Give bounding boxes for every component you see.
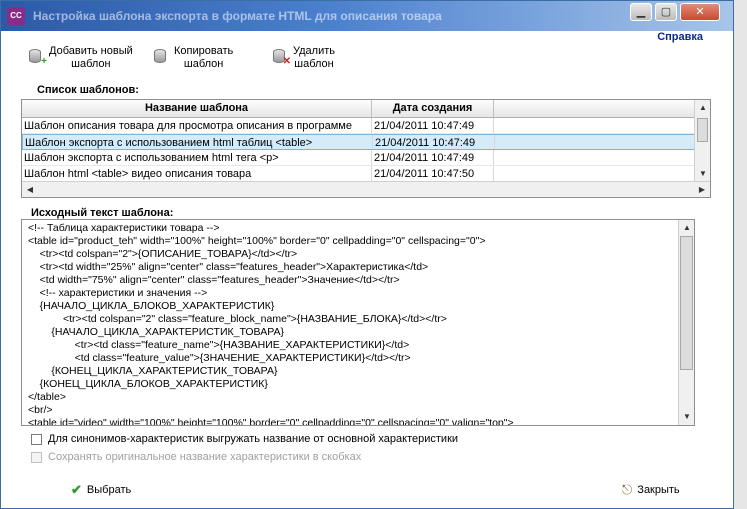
column-header-date[interactable]: Дата создания bbox=[372, 100, 494, 117]
minimize-button[interactable]: ▁ bbox=[630, 3, 652, 21]
template-name-cell: Шаблон экспорта с использованием html те… bbox=[22, 150, 372, 165]
help-link[interactable]: Справка bbox=[657, 31, 703, 43]
grid-header: Название шаблона Дата создания bbox=[22, 100, 710, 118]
template-name-cell: Шаблон экспорта с использованием html та… bbox=[23, 135, 373, 149]
editor-scroll-thumb[interactable] bbox=[680, 236, 693, 370]
templates-list-label: Список шаблонов: bbox=[37, 84, 139, 96]
copy-template-button[interactable]: Копировать шаблон bbox=[154, 45, 233, 71]
template-row[interactable]: Шаблон описания товара для просмотра опи… bbox=[22, 118, 695, 134]
keep-original-checkbox: Сохранять оригинальное название характер… bbox=[31, 451, 361, 463]
source-line: <tr><td colspan="2">{ОПИСАНИЕ_ТОВАРА}</t… bbox=[28, 248, 298, 260]
scroll-down-icon[interactable]: ▼ bbox=[695, 166, 710, 182]
source-line: {НАЧАЛО_ЦИКЛА_ХАРАКТЕРИСТИК_ТОВАРА} bbox=[28, 326, 285, 338]
database-delete-icon: ✕ bbox=[273, 49, 291, 67]
synonyms-checkbox-label: Для синонимов-характеристик выгружать на… bbox=[48, 433, 459, 445]
delete-label-line2: шаблон bbox=[294, 58, 334, 70]
source-line: {КОНЕЦ_ЦИКЛА_ХАРАКТЕРИСТИК_ТОВАРА} bbox=[28, 365, 278, 377]
template-row[interactable]: Шаблон html <table> видео описания товар… bbox=[22, 166, 695, 182]
source-line: {КОНЕЦ_ЦИКЛА_БЛОКОВ_ХАРАКТЕРИСТИК} bbox=[28, 378, 268, 390]
copy-label-line1: Копировать bbox=[174, 45, 234, 57]
template-date-cell: 21/04/2011 10:47:50 bbox=[372, 166, 494, 181]
checkmark-icon: ✔ bbox=[71, 482, 82, 497]
scroll-up-icon[interactable]: ▲ bbox=[695, 100, 710, 116]
scroll-down-icon[interactable]: ▼ bbox=[679, 409, 694, 425]
grid-scroll-thumb[interactable] bbox=[697, 118, 708, 142]
source-text-label: Исходный текст шаблона: bbox=[31, 207, 174, 219]
keep-original-checkbox-label: Сохранять оригинальное название характер… bbox=[48, 451, 362, 463]
checkbox-box[interactable] bbox=[31, 433, 42, 445]
template-date-cell: 21/04/2011 10:47:49 bbox=[372, 118, 494, 133]
close-icon: ✕ bbox=[695, 6, 705, 18]
source-line: <tr><td colspan="2" class="feature_block… bbox=[28, 313, 447, 325]
minimize-icon: ▁ bbox=[636, 6, 646, 18]
editor-vertical-scrollbar[interactable]: ▲ ▼ bbox=[678, 220, 694, 425]
column-header-name[interactable]: Название шаблона bbox=[22, 100, 372, 117]
template-name-cell: Шаблон html <table> видео описания товар… bbox=[22, 166, 372, 181]
scroll-right-icon[interactable]: ▶ bbox=[694, 182, 710, 197]
template-row[interactable]: Шаблон экспорта с использованием html те… bbox=[22, 150, 695, 166]
database-copy-icon bbox=[154, 49, 170, 65]
background-window-edge bbox=[734, 0, 747, 509]
export-template-dialog: CC Настройка шаблона экспорта в формате … bbox=[0, 0, 734, 509]
close-button-label: Закрыть bbox=[637, 484, 680, 496]
database-add-icon: + bbox=[29, 49, 47, 67]
synonyms-checkbox[interactable]: Для синонимов-характеристик выгружать на… bbox=[31, 433, 458, 445]
source-line: <tr><td width="25%" align="center" class… bbox=[28, 261, 429, 273]
app-icon: CC bbox=[7, 7, 25, 25]
close-button[interactable]: ⎋ Закрыть bbox=[622, 482, 680, 498]
add-label-line2: шаблон bbox=[71, 58, 111, 70]
grid-vertical-scrollbar[interactable]: ▲ ▼ bbox=[694, 100, 710, 182]
source-line: <tr><td class="feature_name">{НАЗВАНИЕ_Х… bbox=[28, 339, 410, 351]
source-line: <table id="product_teh" width="100%" hei… bbox=[28, 235, 486, 247]
source-line: {НАЧАЛО_ЦИКЛА_БЛОКОВ_ХАРАКТЕРИСТИК} bbox=[28, 300, 275, 312]
scroll-left-icon[interactable]: ◀ bbox=[22, 182, 38, 197]
source-line: </table> bbox=[28, 391, 66, 403]
maximize-icon: ▢ bbox=[660, 6, 672, 18]
source-line: <!-- Таблица характеристики товара --> bbox=[28, 222, 220, 234]
template-source-editor[interactable]: <!-- Таблица характеристики товара --> <t… bbox=[21, 219, 695, 426]
close-dialog-icon: ⎋ bbox=[622, 482, 633, 497]
delete-template-button[interactable]: ✕ Удалить шаблон bbox=[273, 45, 335, 71]
maximize-button[interactable]: ▢ bbox=[655, 3, 677, 21]
source-line: <td class="feature_value">{ЗНАЧЕНИЕ_ХАРА… bbox=[28, 352, 411, 364]
title-bar: CC Настройка шаблона экспорта в формате … bbox=[1, 1, 733, 31]
template-date-cell: 21/04/2011 10:47:49 bbox=[372, 150, 494, 165]
template-name-cell: Шаблон описания товара для просмотра опи… bbox=[22, 118, 372, 133]
add-label-line1: Добавить новый bbox=[49, 45, 133, 57]
select-button[interactable]: ✔ Выбрать bbox=[71, 482, 131, 498]
add-template-button[interactable]: + Добавить новый шаблон bbox=[29, 45, 133, 71]
grid-horizontal-scrollbar[interactable]: ◀ ▶ bbox=[22, 181, 710, 197]
close-window-button[interactable]: ✕ bbox=[680, 3, 720, 21]
source-code[interactable]: <!-- Таблица характеристики товара --> <t… bbox=[28, 222, 678, 426]
template-row[interactable]: Шаблон экспорта с использованием html та… bbox=[22, 134, 695, 150]
source-line: <br/> bbox=[28, 404, 53, 416]
window-title: Настройка шаблона экспорта в формате HTM… bbox=[33, 9, 442, 23]
templates-grid[interactable]: Название шаблона Дата создания Шаблон оп… bbox=[21, 99, 711, 198]
source-line: <td width="75%" align="center" class="fe… bbox=[28, 274, 400, 286]
scroll-up-icon[interactable]: ▲ bbox=[679, 220, 694, 236]
select-button-label: Выбрать bbox=[86, 484, 132, 496]
source-line: <table id="video" width="100%" height="1… bbox=[28, 417, 514, 426]
source-line: <!-- характеристики и значения --> bbox=[28, 287, 208, 299]
checkbox-box bbox=[31, 451, 42, 463]
template-date-cell: 21/04/2011 10:47:49 bbox=[373, 135, 495, 149]
delete-label-line1: Удалить bbox=[293, 45, 335, 57]
copy-label-line2: шаблон bbox=[183, 58, 224, 70]
